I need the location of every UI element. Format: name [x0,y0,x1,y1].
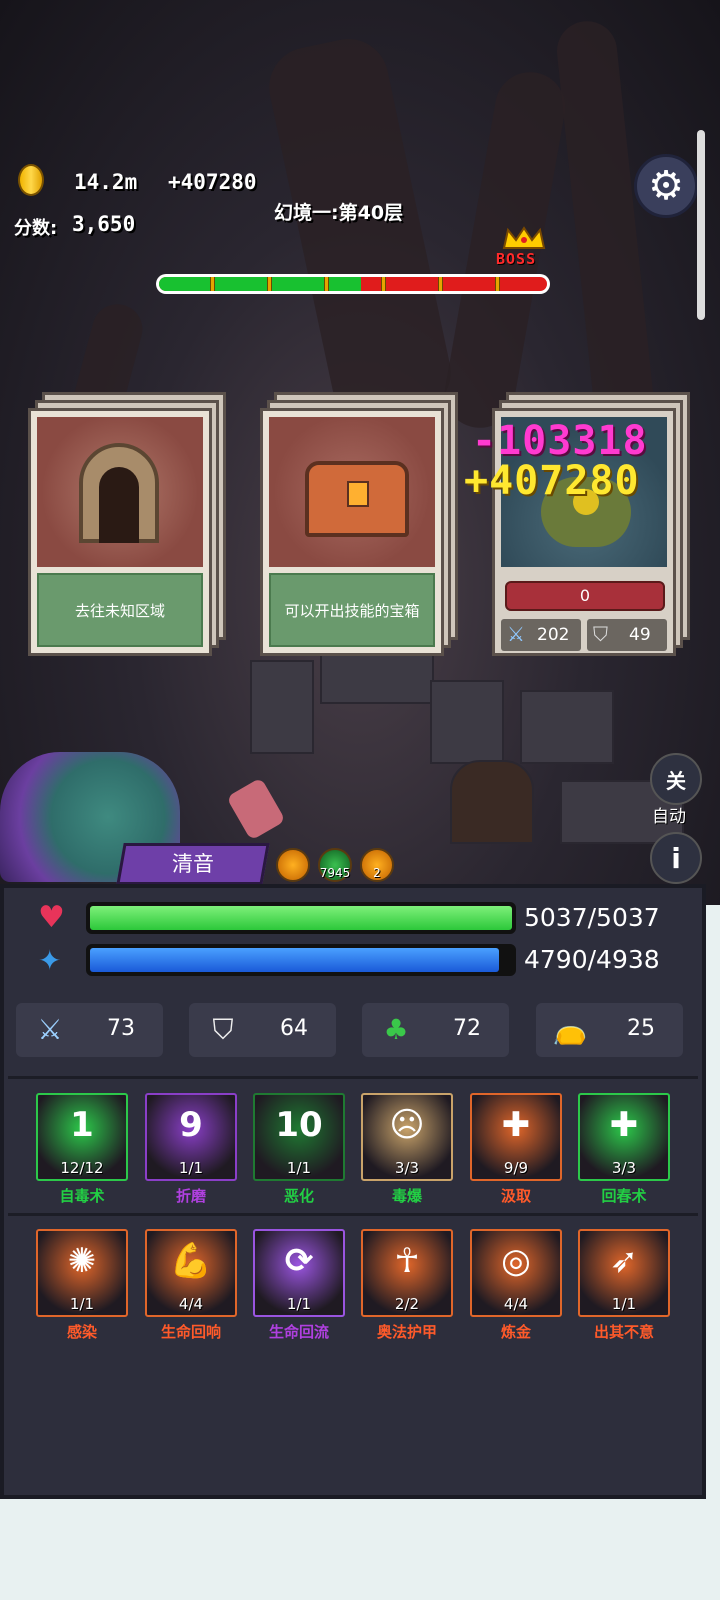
skill-slot[interactable]: ☥ 2/2 [361,1229,453,1317]
event-card-treasure-chest[interactable]: 可以开出技能的宝箱 [260,392,458,656]
gold-gain: +407280 [168,170,257,194]
clover-icon: ♣ [383,1013,409,1046]
enemy-atk: ⚔ 202 [501,619,581,651]
auto-label: 自动 [652,807,686,827]
skill-charges: 4/4 [178,1295,204,1313]
skill-charges: 3/3 [611,1159,637,1177]
crown-icon [502,226,546,249]
stat-defense: ⛉ 64 [189,1003,336,1057]
skill-slot[interactable]: ✚ 9/9 [470,1093,562,1181]
scroll-handle[interactable] [697,130,705,320]
skill-name: 自毒术 [59,1187,105,1205]
divider [8,1076,698,1079]
skill-icon: 9 [179,1105,203,1145]
skill-slot[interactable]: ✺ 1/1 [36,1229,128,1317]
mp-row: ✦ 4790/4938 [0,942,706,982]
skill-charges: 12/12 [60,1159,104,1177]
divider [8,1213,698,1216]
skill-slot[interactable]: 9 1/1 [145,1093,237,1181]
skill-icon: 💪 [169,1241,213,1281]
skill-name: 毒爆 [391,1187,422,1205]
sword-icon: ⚔ [507,622,525,646]
skill-slot[interactable]: 1 12/12 [36,1093,128,1181]
skill-slot[interactable]: ☹ 3/3 [361,1093,453,1181]
skill-icon: ➶ [609,1241,639,1281]
skill-name: 回春术 [601,1187,647,1205]
info-button[interactable]: i [650,832,702,884]
event-card-unknown-area[interactable]: 去往未知区域 [28,392,226,656]
enemy-hp-value: 0 [579,586,591,605]
settings-gear-button[interactable]: ⚙ [634,154,698,218]
gold-amount: 14.2m [74,170,138,194]
skill-charges: 1/1 [178,1159,204,1177]
gear-icon: ⚙ [648,163,684,209]
skill-charges: 1/1 [286,1295,312,1313]
hero-name-tag: 清音 [116,843,270,885]
skill-name: 生命回响 [160,1323,221,1341]
gold-gain-number: +407280 [464,458,640,504]
fist-icon[interactable]: 2 [360,848,394,882]
skill-name: 恶化 [283,1187,314,1205]
hp-value: 5037/5037 [524,903,660,932]
score-label: 分数: [14,218,58,239]
skill-icon: ☹ [389,1105,425,1145]
skill-name: 奥法护甲 [376,1323,437,1341]
gold-coin-icon [18,164,44,196]
skill-charges: 3/3 [394,1159,420,1177]
floor-progress-bar [156,274,550,294]
floor-title: 幻境一:第40层 [274,202,404,224]
skill-name: 生命回流 [268,1323,329,1341]
auto-toggle-button[interactable]: 关 [650,753,702,805]
mp-value: 4790/4938 [524,945,660,974]
dungeon-door-art [37,417,203,567]
skill-charges: 1/1 [611,1295,637,1313]
skill-slot[interactable]: ✚ 3/3 [578,1093,670,1181]
bottom-empty-area [0,1499,720,1600]
card-label: 可以开出技能的宝箱 [269,573,435,647]
skill-name: 感染 [66,1323,97,1341]
skill-icon: 10 [275,1105,323,1145]
money-bag-icon: 👝 [552,1013,588,1046]
enemy-hp-bar: 0 [505,581,665,611]
floor-progress-fill [159,277,361,291]
stat-attack: ⚔ 73 [16,1003,163,1057]
sword-icon: ⚔ [37,1013,63,1046]
skill-slot[interactable]: ◎ 4/4 [470,1229,562,1317]
skill-charges: 4/4 [503,1295,529,1313]
skill-charges: 1/1 [69,1295,95,1313]
enemy-def: ⛉ 49 [587,619,667,651]
skill-icon: ✚ [501,1105,531,1145]
skill-name: 折磨 [175,1187,206,1205]
skill-name: 炼金 [500,1323,531,1341]
skill-icon: 1 [70,1105,94,1145]
mana-icon: ✦ [38,944,62,977]
green-skull-icon[interactable]: 7945 [318,848,352,882]
skill-slot[interactable]: ⟳ 1/1 [253,1229,345,1317]
skill-name: 出其不意 [593,1323,654,1341]
skill-icon: ✚ [609,1105,639,1145]
hp-row: ♥ 5037/5037 [0,900,706,940]
boss-tag: BOSS [496,250,537,268]
treasure-chest-art [269,417,435,567]
skill-slot[interactable]: 10 1/1 [253,1093,345,1181]
card-label: 去往未知区域 [37,573,203,647]
skill-icon: ✺ [67,1241,97,1281]
skill-charges: 1/1 [286,1159,312,1177]
skill-charges: 9/9 [503,1159,529,1177]
skill-slot[interactable]: ➶ 1/1 [578,1229,670,1317]
stat-luck: ♣ 72 [362,1003,509,1057]
stat-gold-bag: 👝 25 [536,1003,683,1057]
skill-charges: 2/2 [394,1295,420,1313]
skill-icon: ⟳ [284,1241,314,1281]
skill-icon: ◎ [501,1241,531,1281]
body-aura-icon[interactable] [276,848,310,882]
skill-slot[interactable]: 💪 4/4 [145,1229,237,1317]
skill-name: 汲取 [500,1187,531,1205]
skill-icon: ☥ [394,1241,420,1281]
shield-icon: ⛉ [593,622,608,646]
heart-icon: ♥ [38,900,65,935]
score-value: 3,650 [72,212,136,236]
shield-icon: ⛉ [212,1013,234,1046]
